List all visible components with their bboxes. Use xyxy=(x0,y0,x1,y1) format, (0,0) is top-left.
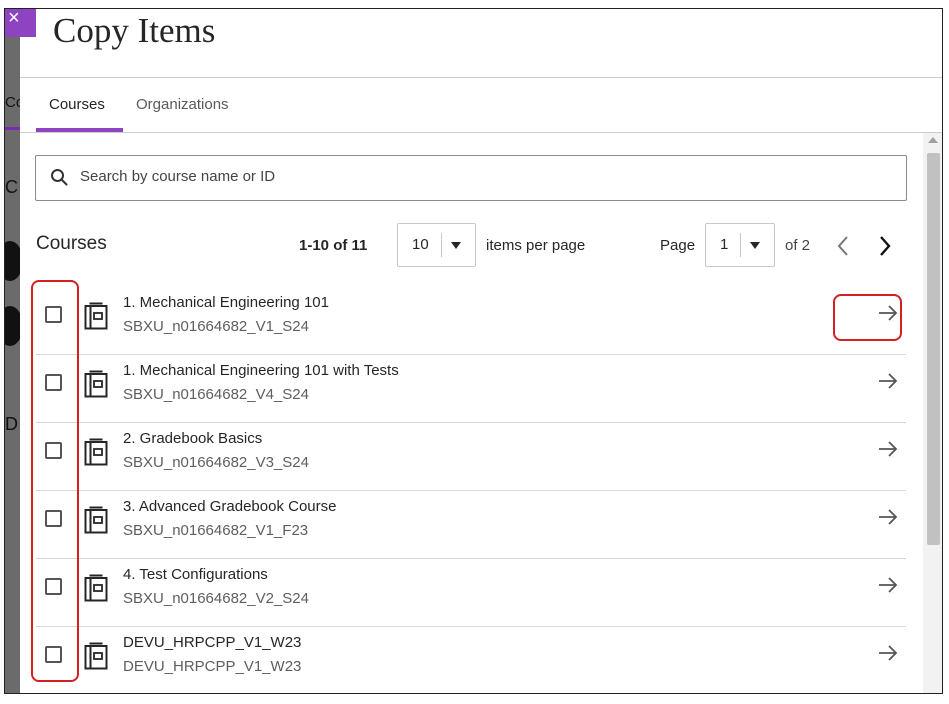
screenshot-frame: Co C D Copy Items Courses Organizations … xyxy=(4,8,943,694)
header-divider xyxy=(20,77,942,78)
items-per-page-label: items per page xyxy=(486,237,586,254)
select-separator xyxy=(441,233,442,257)
arrow-right-icon[interactable] xyxy=(876,505,900,529)
background-text-fragment: C xyxy=(5,177,18,197)
course-name: 1. Mechanical Engineering 101 with Tests xyxy=(123,362,399,379)
course-row[interactable]: 1. Mechanical Engineering 101 SBXU_n0166… xyxy=(36,287,906,355)
course-name: 1. Mechanical Engineering 101 xyxy=(123,294,329,311)
chevron-left-icon[interactable] xyxy=(832,233,854,259)
arrow-right-icon[interactable] xyxy=(876,573,900,597)
items-per-page-select[interactable]: 10 xyxy=(397,223,476,267)
page-number-value: 1 xyxy=(720,236,729,253)
course-book-icon xyxy=(84,642,108,670)
copy-items-panel: Copy Items Courses Organizations Courses… xyxy=(20,9,942,693)
arrow-right-icon[interactable] xyxy=(876,641,900,665)
arrow-right-icon[interactable] xyxy=(876,437,900,461)
chevron-right-icon[interactable] xyxy=(874,233,896,259)
scrollbar-thumb[interactable] xyxy=(927,153,940,545)
caret-down-icon xyxy=(451,242,461,249)
course-name: 4. Test Configurations xyxy=(123,566,268,583)
course-id: SBXU_n01664682_V2_S24 xyxy=(123,590,309,607)
tab-courses[interactable]: Courses xyxy=(49,96,105,113)
checkbox-column-highlight xyxy=(31,280,79,682)
course-name: 3. Advanced Gradebook Course xyxy=(123,498,337,515)
course-id: SBXU_n01664682_V3_S24 xyxy=(123,454,309,471)
page-total: of 2 xyxy=(785,237,811,254)
caret-down-icon xyxy=(750,242,760,249)
page-label: Page xyxy=(660,237,696,254)
course-book-icon xyxy=(84,574,108,602)
tab-organizations[interactable]: Organizations xyxy=(136,96,229,113)
course-id: DEVU_HRPCPP_V1_W23 xyxy=(123,658,302,675)
course-row[interactable]: 4. Test Configurations SBXU_n01664682_V2… xyxy=(36,559,906,627)
course-id: SBXU_n01664682_V4_S24 xyxy=(123,386,309,403)
course-row[interactable]: 3. Advanced Gradebook Course SBXU_n01664… xyxy=(36,491,906,559)
course-book-icon xyxy=(84,370,108,398)
close-icon[interactable]: × xyxy=(5,9,36,37)
select-separator xyxy=(740,233,741,257)
course-id: SBXU_n01664682_V1_F23 xyxy=(123,522,309,539)
course-name: DEVU_HRPCPP_V1_W23 xyxy=(123,634,302,651)
courses-heading: Courses xyxy=(36,233,107,254)
search-icon xyxy=(51,169,68,186)
course-id: SBXU_n01664682_V1_S24 xyxy=(123,318,309,335)
course-book-icon xyxy=(84,302,108,330)
course-book-icon xyxy=(84,506,108,534)
vertical-scrollbar[interactable] xyxy=(923,133,942,693)
scroll-up-arrow-icon[interactable] xyxy=(928,137,938,143)
items-per-page-value: 10 xyxy=(412,236,429,253)
course-book-icon xyxy=(84,438,108,466)
panel-title: Copy Items xyxy=(53,11,216,50)
arrow-right-icon[interactable] xyxy=(876,369,900,393)
course-name: 2. Gradebook Basics xyxy=(123,430,263,447)
background-page: Co C D xyxy=(5,9,24,693)
search-input[interactable] xyxy=(80,168,880,185)
course-row[interactable]: 2. Gradebook Basics SBXU_n01664682_V3_S2… xyxy=(36,423,906,491)
search-box[interactable] xyxy=(35,155,907,201)
course-row[interactable]: 1. Mechanical Engineering 101 with Tests… xyxy=(36,355,906,423)
course-row[interactable]: DEVU_HRPCPP_V1_W23 DEVU_HRPCPP_V1_W23 xyxy=(36,627,906,693)
results-range: 1-10 of 11 xyxy=(299,237,368,254)
open-arrow-highlight xyxy=(833,294,902,341)
page-number-select[interactable]: 1 xyxy=(705,223,775,267)
tabs-divider xyxy=(20,132,942,133)
background-tab-underline xyxy=(5,127,20,130)
background-text-fragment: D xyxy=(5,414,18,434)
